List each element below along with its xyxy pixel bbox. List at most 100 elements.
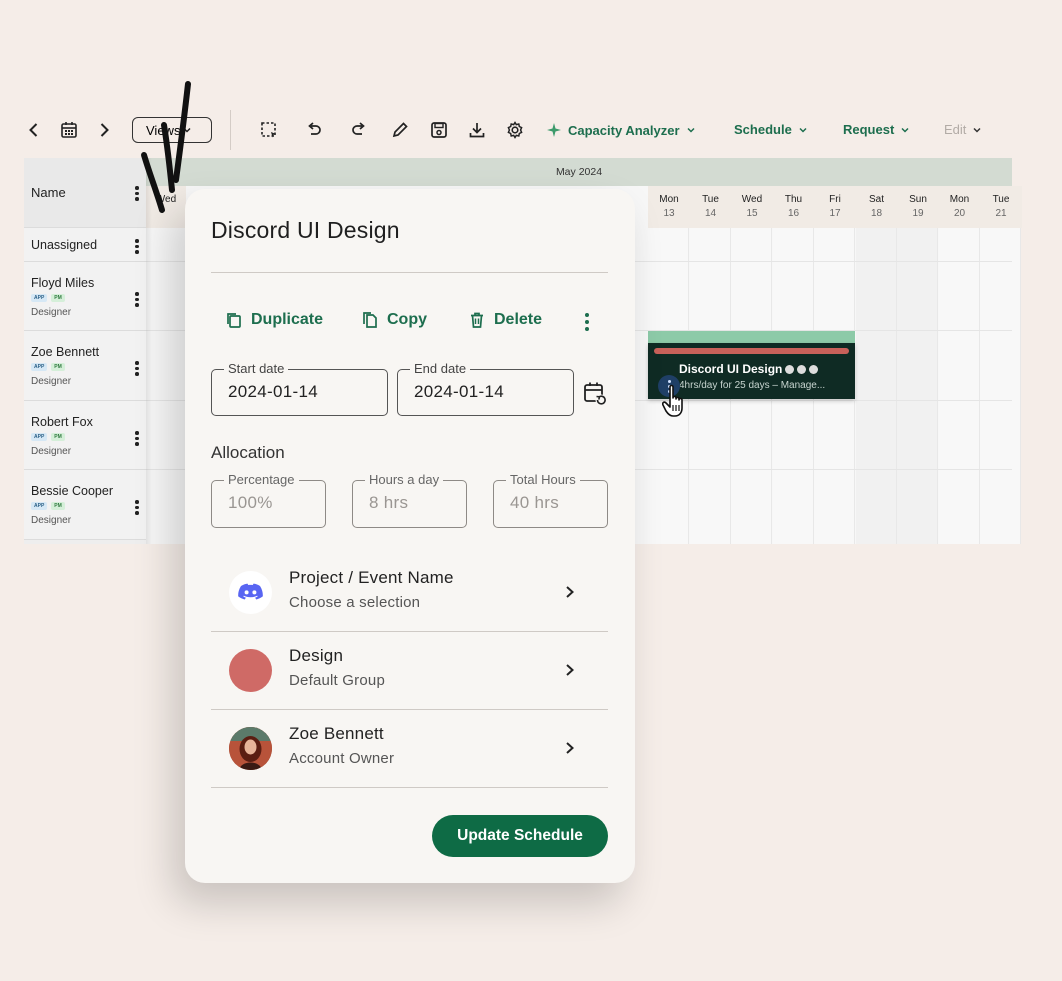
project-selector-row[interactable]: Project / Event Name Choose a selection — [211, 554, 608, 632]
scribble-decoration — [141, 81, 191, 213]
end-date-field[interactable]: End date 2024-01-14 — [397, 361, 574, 416]
month-header: May 2024 — [146, 158, 1012, 186]
day-column[interactable] — [855, 228, 897, 544]
capacity-analyzer-menu[interactable]: Capacity Analyzer — [546, 122, 696, 138]
row-subtitle: Choose a selection — [289, 594, 421, 611]
request-menu[interactable]: Request — [843, 122, 910, 137]
group-selector-row[interactable]: Design Default Group — [211, 632, 608, 710]
chevron-down-icon — [973, 127, 981, 133]
resource-name: Zoe Bennett — [31, 345, 100, 359]
schedule-menu[interactable]: Schedule — [734, 122, 808, 137]
more-vertical-icon[interactable] — [135, 431, 139, 446]
edit-label: Edit — [944, 122, 967, 137]
event-subtitle: 4hrs/day for 25 days – Manage... — [679, 380, 826, 391]
event-color-bar — [654, 348, 849, 354]
resource-row[interactable]: Bessie Cooper APP PM Designer — [24, 470, 146, 540]
next-arrow-icon[interactable] — [92, 118, 116, 142]
day-header: Sun 19 — [897, 186, 939, 228]
undo-icon[interactable] — [302, 118, 326, 142]
resource-row[interactable]: Zoe Bennett APP PM Designer — [24, 331, 146, 401]
save-icon[interactable] — [427, 118, 451, 142]
prev-arrow-icon[interactable] — [22, 118, 46, 142]
copy-icon — [363, 312, 377, 328]
day-header: Mon 13 — [648, 186, 690, 228]
hand-pointer-icon — [662, 384, 683, 417]
pm-badge: PM — [51, 294, 65, 302]
more-vertical-icon[interactable] — [135, 239, 139, 254]
duplicate-button[interactable]: Duplicate — [225, 311, 323, 329]
chevron-right-icon — [566, 586, 574, 598]
day-header: Wed 15 — [731, 186, 773, 228]
percentage-field[interactable]: Percentage 100% — [211, 472, 326, 528]
chevron-right-icon — [566, 664, 574, 676]
resource-row[interactable]: Floyd Miles APP PM Designer — [24, 262, 146, 331]
more-vertical-icon[interactable] — [135, 361, 139, 376]
redo-icon[interactable] — [347, 118, 371, 142]
more-vertical-icon[interactable] — [135, 292, 139, 307]
pm-badge: PM — [51, 363, 65, 371]
end-date-label: End date — [410, 361, 471, 376]
more-vertical-icon[interactable] — [585, 313, 589, 331]
copy-button[interactable]: Copy — [361, 311, 427, 329]
owner-selector-row[interactable]: Zoe Bennett Account Owner — [211, 710, 608, 788]
percentage-placeholder: 100% — [228, 493, 273, 512]
resource-row-unassigned[interactable]: Unassigned — [24, 228, 146, 262]
gear-icon[interactable] — [503, 118, 527, 142]
capacity-analyzer-label: Capacity Analyzer — [568, 122, 680, 138]
month-label: May 2024 — [555, 166, 603, 178]
event-title: Discord UI Design — [679, 362, 819, 376]
hours-a-day-placeholder: 8 hrs — [369, 493, 409, 512]
day-column[interactable] — [897, 228, 938, 544]
day-header: Mon 20 — [938, 186, 981, 228]
more-vertical-icon[interactable] — [135, 500, 139, 515]
resource-name: Unassigned — [31, 238, 98, 252]
resource-role: Designer — [31, 307, 72, 318]
edit-menu: Edit — [944, 122, 982, 137]
day-column[interactable] — [980, 228, 1021, 544]
duplicate-icon — [227, 313, 241, 328]
hours-a-day-field[interactable]: Hours a day 8 hrs — [352, 472, 467, 528]
resource-role: Designer — [31, 376, 72, 387]
start-date-field[interactable]: Start date 2024-01-14 — [211, 361, 388, 416]
request-label: Request — [843, 122, 895, 137]
status-icon — [785, 365, 795, 375]
row-title: Design — [289, 646, 344, 665]
app-badge: APP — [31, 433, 48, 441]
pm-badge: PM — [51, 433, 65, 441]
toolbar-divider — [230, 110, 231, 150]
resource-row[interactable]: Robert Fox APP PM Designer — [24, 401, 146, 470]
trash-icon — [471, 312, 483, 328]
day-header: Thu 16 — [772, 186, 815, 228]
total-hours-field[interactable]: Total Hours 40 hrs — [493, 472, 608, 528]
delete-button[interactable]: Delete — [468, 311, 542, 329]
pencil-icon[interactable] — [388, 118, 412, 142]
row-subtitle: Account Owner — [289, 750, 395, 767]
day-header: Sat 18 — [855, 186, 898, 228]
schedule-label: Schedule — [734, 122, 792, 137]
end-date-value: 2024-01-14 — [414, 382, 504, 401]
row-subtitle: Default Group — [289, 672, 385, 689]
day-column[interactable] — [938, 228, 980, 544]
download-icon[interactable] — [465, 118, 489, 142]
app-badge: APP — [31, 294, 48, 302]
hours-a-day-label: Hours a day — [365, 472, 444, 487]
calendar-icon[interactable] — [57, 118, 81, 142]
resource-name: Bessie Cooper — [31, 484, 113, 498]
percentage-label: Percentage — [224, 472, 299, 487]
row-title: Project / Event Name — [289, 568, 454, 587]
name-column-header: Name — [24, 158, 146, 228]
update-schedule-button[interactable]: Update Schedule — [432, 815, 608, 857]
resource-role: Designer — [31, 446, 72, 457]
marquee-select-icon[interactable] — [257, 118, 281, 142]
app-badge: APP — [31, 502, 48, 510]
allocation-heading: Allocation — [211, 443, 285, 462]
start-date-value: 2024-01-14 — [228, 382, 318, 401]
resource-name: Floyd Miles — [31, 276, 95, 290]
group-color-swatch — [229, 649, 272, 692]
status-icon — [809, 365, 819, 375]
calendar-reset-icon[interactable] — [583, 381, 609, 407]
total-hours-placeholder: 40 hrs — [510, 493, 560, 512]
chevron-down-icon — [901, 127, 909, 133]
schedule-edit-dialog: Discord UI Design Duplicate Copy Delete … — [185, 189, 635, 883]
event-header-strip — [648, 331, 855, 343]
